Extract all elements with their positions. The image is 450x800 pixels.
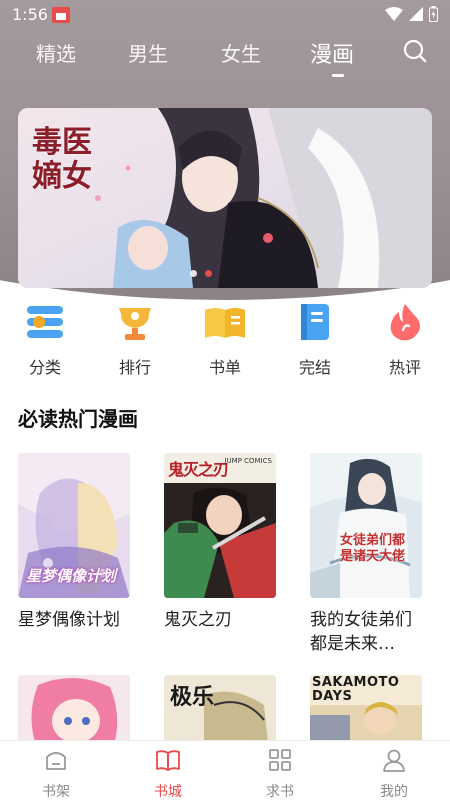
featured-banner[interactable]: 毒医嫡女: [18, 108, 432, 288]
bottom-nav-mine-label: 我的: [380, 784, 408, 800]
active-tab-indicator: [332, 74, 344, 77]
tab-male[interactable]: 男生: [128, 38, 168, 67]
finished-book-icon: [293, 300, 337, 344]
status-icons: [385, 6, 438, 22]
category-tabs: 精选 男生 女生 漫画: [0, 30, 450, 80]
wifi-icon: [385, 7, 403, 21]
cover-title-art: 女徒弟们都是诸天大佬: [340, 533, 406, 564]
book-title: 我的女徒弟们都是未来…: [310, 610, 412, 654]
nav-ranking-label: 排行: [118, 358, 151, 377]
tab-comics[interactable]: 漫画: [310, 37, 354, 69]
book-cover: 鬼灭之刃 JUMP COMICS: [164, 453, 276, 598]
bottom-nav-shelf-label: 书架: [42, 784, 70, 800]
search-icon[interactable]: [402, 38, 428, 64]
book-card[interactable]: 鬼灭之刃 JUMP COMICS 鬼灭之刃: [164, 453, 276, 632]
open-book-icon: [156, 750, 180, 771]
trophy-icon: [113, 300, 157, 344]
grid-icon: [269, 749, 291, 771]
cover-title-art: 鬼灭之刃: [168, 460, 229, 479]
signal-icon: [409, 7, 423, 21]
bottom-nav-request-label: 求书: [266, 784, 294, 800]
banner-dot[interactable]: [190, 270, 197, 277]
nav-booklist[interactable]: 书单: [190, 300, 260, 378]
quick-nav: 分类 排行 书单 完结 热评: [0, 300, 450, 380]
tab-featured[interactable]: 精选: [36, 38, 76, 67]
book-title: 星梦偶像计划: [18, 610, 120, 630]
nav-ranking[interactable]: 排行: [100, 300, 170, 378]
nav-finished[interactable]: 完结: [280, 300, 350, 378]
cover-title-art: 极乐: [170, 684, 215, 710]
cover-title-art: 星梦偶像计划: [26, 567, 117, 585]
battery-icon: [429, 6, 438, 22]
banner-title-art: 毒医嫡女: [32, 125, 92, 194]
tab-female[interactable]: 女生: [221, 38, 261, 67]
book-card[interactable]: 女徒弟们都是诸天大佬 我的女徒弟们都是未来…: [310, 453, 422, 656]
book-title: 鬼灭之刃: [164, 610, 232, 630]
bottom-nav-store-label: 书城: [154, 784, 182, 800]
nav-finished-label: 完结: [298, 358, 331, 377]
flame-icon: [383, 300, 427, 344]
status-bar: 1:56: [0, 0, 450, 30]
nav-booklist-label: 书单: [208, 358, 241, 377]
user-icon: [383, 749, 405, 772]
publisher-label: JUMP COMICS: [224, 457, 272, 465]
shelf-icon: [46, 752, 66, 770]
banner-dot-active[interactable]: [205, 270, 212, 277]
bottom-nav-store[interactable]: 书城: [128, 747, 208, 800]
book-list-icon: [203, 300, 247, 344]
bottom-nav-mine[interactable]: 我的: [354, 747, 434, 800]
nav-category[interactable]: 分类: [10, 300, 80, 378]
bottom-nav-request[interactable]: 求书: [240, 747, 320, 800]
section-title: 必读热门漫画: [18, 407, 138, 431]
nav-hot-comments[interactable]: 热评: [370, 300, 440, 378]
nav-hot-comments-label: 热评: [388, 358, 421, 377]
book-card[interactable]: 星梦偶像计划 星梦偶像计划: [18, 453, 130, 632]
status-time: 1:56: [12, 5, 48, 24]
book-cover: 女徒弟们都是诸天大佬: [310, 453, 422, 598]
bottom-nav: 书架 书城 求书 我的: [0, 740, 450, 800]
app-notification-icon: [52, 7, 70, 23]
category-icon: [23, 300, 67, 344]
nav-category-label: 分类: [28, 358, 61, 377]
bottom-nav-shelf[interactable]: 书架: [16, 747, 96, 800]
book-cover: 星梦偶像计划: [18, 453, 130, 598]
banner-pagination: [190, 270, 212, 277]
cover-title-art: SAKAMOTO DAYS: [312, 675, 400, 704]
